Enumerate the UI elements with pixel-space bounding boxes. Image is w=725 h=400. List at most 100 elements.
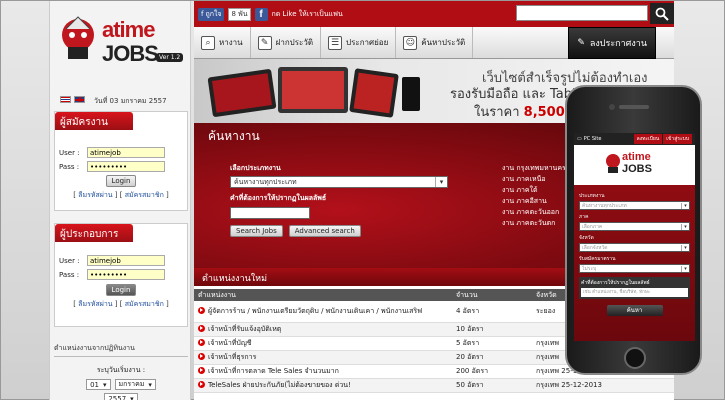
pc-site-link[interactable]: ▭ PC Site bbox=[577, 136, 601, 142]
employer-login-panel: ผู้ประกอบการ User : Pass : Login [ ลืมรห… bbox=[54, 223, 188, 327]
applicant-pass-row: Pass : bbox=[59, 161, 187, 172]
region-link[interactable]: งาน ภาคอีสาน bbox=[502, 196, 566, 207]
arrow-bullet-icon bbox=[198, 339, 205, 346]
advanced-search-button[interactable]: Advanced search bbox=[288, 225, 361, 237]
mobile-top-bar: ▭ PC Site ลงทะเบียน เข้าสู่ระบบ bbox=[574, 133, 695, 145]
job-title-link[interactable]: เจ้าหน้าที่บัญชี bbox=[208, 338, 252, 349]
english-flag-icon[interactable] bbox=[74, 96, 85, 103]
search-jobs-button[interactable]: Search Jobs bbox=[230, 225, 283, 237]
left-sidebar: atime JOBS Ver 1.2 วันที่ 03 มกราคม 2557… bbox=[49, 1, 191, 400]
region-link[interactable]: งาน ภาคเหนือ bbox=[502, 174, 566, 185]
home-button bbox=[624, 347, 646, 369]
phone-screen: ▭ PC Site ลงทะเบียน เข้าสู่ระบบ atime JOB… bbox=[574, 133, 695, 341]
region-link[interactable]: งาน ภาคตะวันตก bbox=[502, 218, 566, 229]
job-title-link[interactable]: เจ้าหน้าที่รับแจ้งอุบัติเหตุ bbox=[208, 324, 281, 335]
table-row[interactable]: TeleSales ฝ่ายประกันภัย(ไม่ต้องขายของ ด่… bbox=[194, 379, 674, 393]
arrow-bullet-icon bbox=[198, 325, 205, 332]
day-select[interactable]: 01 ▾ bbox=[86, 379, 111, 390]
calendar-title: ตำแหน่งงานจากปฏิทินงาน bbox=[54, 341, 188, 357]
category-value: ค้นหางานทุกประเภท bbox=[234, 177, 297, 186]
logo-jobs: JOBS bbox=[102, 41, 159, 66]
mobile-search-button[interactable]: ค้นหา bbox=[606, 305, 663, 316]
year-select[interactable]: 2557 ▾ bbox=[104, 393, 138, 400]
applicant-user-input[interactable] bbox=[87, 147, 165, 158]
job-count: 20 อัตรา bbox=[456, 353, 484, 361]
region-link[interactable]: งาน กรุงเทพมหานคร bbox=[502, 163, 566, 174]
chevron-down-icon: ▾ bbox=[103, 380, 107, 389]
employer-forgot-link[interactable]: ลืมรหัสผ่าน bbox=[78, 300, 112, 308]
nav-find-jobs[interactable]: ⌕ หางาน bbox=[194, 27, 251, 58]
applicant-forgot-link[interactable]: ลืมรหัสผ่าน bbox=[78, 191, 112, 199]
applicant-pass-label: Pass : bbox=[59, 162, 80, 171]
job-count: 5 อัตรา bbox=[456, 339, 480, 347]
like-label: ถูกใจ bbox=[205, 9, 222, 18]
region-links: งาน กรุงเทพมหานคร งาน ภาคเหนือ งาน ภาคใต… bbox=[502, 163, 566, 229]
chevron-down-icon: ▾ bbox=[681, 244, 689, 251]
region-link[interactable]: งาน ภาคใต้ bbox=[502, 185, 566, 196]
applicant-pass-input[interactable] bbox=[87, 161, 165, 172]
pencil-icon: ✎ bbox=[577, 38, 585, 48]
nav-classifieds[interactable]: ☰ ประกาศย่อย bbox=[321, 27, 397, 58]
job-title-link[interactable]: เจ้าหน้าที่การตลาด Tele Sales จำนวนมาก bbox=[208, 366, 339, 377]
calendar-jobs: ตำแหน่งงานจากปฏิทินงาน ระบุวันเริ่มงาน :… bbox=[54, 341, 188, 400]
mascot-icon bbox=[606, 154, 620, 173]
employer-login-button[interactable]: Login bbox=[105, 284, 137, 296]
job-title-link[interactable]: TeleSales ฝ่ายประกันภัย(ไม่ต้องขายของ ด่… bbox=[208, 380, 351, 391]
arrow-bullet-icon bbox=[198, 367, 205, 374]
list-icon: ☰ bbox=[328, 35, 343, 50]
job-count: 10 อัตรา bbox=[456, 325, 484, 333]
month-value: มกราคม bbox=[118, 380, 145, 388]
nav-search-resumes[interactable]: ☺ ค้นหาประวัติ bbox=[396, 27, 474, 58]
mobile-login-tab[interactable]: เข้าสู่ระบบ bbox=[663, 134, 692, 144]
region-link[interactable]: งาน ภาคตะวันออก bbox=[502, 207, 566, 218]
nav-post-resume[interactable]: ✎ ฝากประวัติ bbox=[251, 27, 322, 58]
employer-pass-input[interactable] bbox=[87, 269, 165, 280]
site-search-button[interactable] bbox=[650, 3, 674, 24]
job-title-link[interactable]: เจ้าหน้าที่ธุรการ bbox=[208, 352, 256, 363]
post-job-button[interactable]: ✎ ลงประกาศงาน bbox=[568, 27, 656, 59]
thai-flag-icon[interactable] bbox=[60, 96, 71, 103]
mobile-salary-select[interactable]: ไม่ระบุ ▾ bbox=[579, 264, 690, 273]
current-date: วันที่ 03 มกราคม 2557 bbox=[94, 97, 167, 105]
applicant-login-button[interactable]: Login bbox=[105, 175, 137, 187]
search-icon bbox=[655, 7, 669, 21]
job-count: 200 อัตรา bbox=[456, 367, 489, 375]
banner-line-3: ในราคา 8,500 bbox=[474, 101, 565, 122]
mobile-region-select[interactable]: เลือกภาค ▾ bbox=[579, 222, 690, 231]
camera-icon bbox=[609, 104, 615, 110]
arrow-bullet-icon bbox=[198, 353, 205, 360]
month-select[interactable]: มกราคม ▾ bbox=[114, 379, 156, 390]
search-icon: ⌕ bbox=[201, 35, 215, 50]
job-province: กรุงเทพ bbox=[536, 381, 560, 389]
employer-pass-label: Pass : bbox=[59, 270, 80, 279]
mobile-account-tabs: ลงทะเบียน เข้าสู่ระบบ bbox=[633, 134, 692, 144]
job-title-link[interactable]: ผู้จัดการร้าน / พนักงานเตรียมวัตถุดิบ / … bbox=[208, 306, 422, 317]
site-search-input[interactable] bbox=[516, 5, 648, 21]
smartphone-mockup: ▭ PC Site ลงทะเบียน เข้าสู่ระบบ atime JOB… bbox=[565, 85, 702, 375]
applicant-register-link[interactable]: สมัครสมาชิก bbox=[125, 191, 164, 199]
employer-register-link[interactable]: สมัครสมาชิก bbox=[125, 300, 164, 308]
mobile-province-select[interactable]: เลือกจังหวัด ▾ bbox=[579, 243, 690, 252]
mobile-keyword-input[interactable]: เช่น ตำแหน่งงาน, ชื่อบริษัท, ทักษะ bbox=[581, 288, 688, 297]
logo-version: Ver 1.2 bbox=[156, 53, 184, 62]
mobile-register-tab[interactable]: ลงทะเบียน bbox=[633, 134, 663, 144]
mobile-logo-atime: atime bbox=[622, 151, 651, 163]
arrow-bullet-icon bbox=[198, 307, 205, 314]
keyword-input[interactable] bbox=[230, 207, 310, 219]
chevron-down-icon: ▾ bbox=[148, 380, 152, 389]
site-logo[interactable]: atime JOBS Ver 1.2 bbox=[56, 11, 186, 71]
category-select[interactable]: ค้นหางานทุกประเภท ▾ bbox=[230, 176, 448, 188]
employer-user-row: User : bbox=[59, 255, 187, 266]
applicant-user-row: User : bbox=[59, 147, 187, 158]
job-date: 25-12-2013 bbox=[561, 381, 602, 389]
mobile-field-label: ภาค bbox=[579, 214, 589, 220]
chevron-down-icon: ▾ bbox=[130, 394, 134, 400]
mobile-select-value: ไม่ระบุ bbox=[582, 265, 597, 272]
facebook-logo-icon[interactable]: f bbox=[254, 7, 268, 21]
employer-user-input[interactable] bbox=[87, 255, 165, 266]
mobile-logo: atime JOBS bbox=[574, 145, 695, 185]
facebook-like-button[interactable]: f ถูกใจ bbox=[198, 7, 225, 21]
mobile-category-select[interactable]: ค้นหางานทุกประเภท ▾ bbox=[579, 201, 690, 210]
employer-user-label: User : bbox=[59, 256, 80, 265]
mobile-keyword-box: คำที่ต้องการให้ปรากฏในผลลัพธ์ เช่น ตำแหน… bbox=[579, 277, 690, 299]
